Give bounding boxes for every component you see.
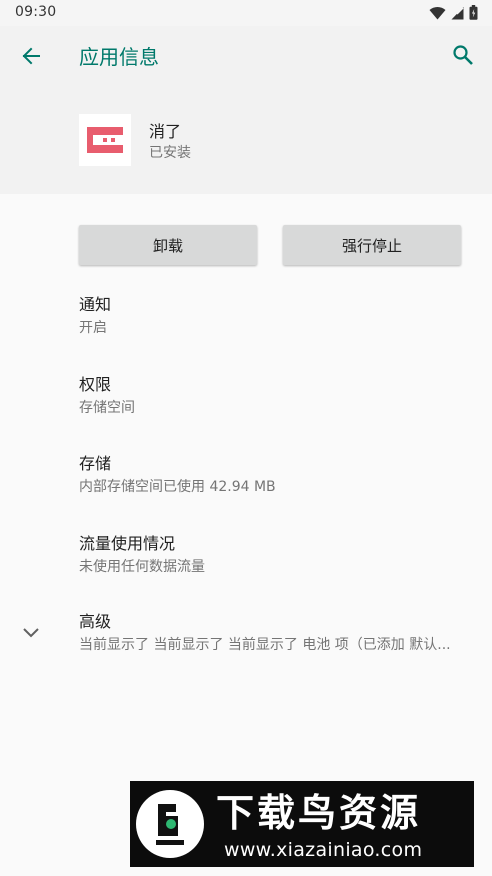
pref-title: 通知 bbox=[79, 295, 112, 314]
pref-title: 存储 bbox=[79, 454, 112, 473]
watermark: 下载鸟资源 www.xiazainiao.com bbox=[130, 781, 474, 867]
app-icon bbox=[79, 114, 131, 166]
pref-title: 高级 bbox=[79, 612, 112, 631]
status-time: 09:30 bbox=[15, 4, 57, 20]
force-stop-button[interactable]: 强行停止 bbox=[283, 225, 461, 265]
page-title: 应用信息 bbox=[79, 45, 159, 69]
watermark-url: www.xiazainiao.com bbox=[224, 839, 423, 861]
pref-title: 流量使用情况 bbox=[79, 534, 176, 553]
pref-title: 权限 bbox=[79, 375, 112, 394]
status-bar: 09:30 bbox=[0, 0, 492, 26]
chevron-down-icon[interactable] bbox=[20, 622, 42, 644]
search-icon bbox=[452, 44, 474, 70]
search-button[interactable] bbox=[448, 42, 478, 72]
app-name: 消了 bbox=[149, 122, 182, 141]
watermark-logo-icon bbox=[136, 790, 204, 858]
signal-icon bbox=[451, 5, 464, 24]
wifi-icon bbox=[429, 5, 446, 24]
app-bar: 应用信息 bbox=[0, 26, 492, 90]
pref-summary: 开启 bbox=[79, 320, 107, 336]
pref-permissions[interactable]: 权限 存储空间 bbox=[79, 374, 479, 418]
app-install-status: 已安装 bbox=[149, 145, 191, 161]
pref-storage[interactable]: 存储 内部存储空间已使用 42.94 MB bbox=[79, 453, 479, 497]
status-icons bbox=[429, 5, 478, 24]
back-button[interactable] bbox=[16, 43, 46, 73]
watermark-title: 下载鸟资源 bbox=[216, 791, 422, 835]
app-header: 消了 已安装 bbox=[0, 90, 492, 194]
pref-advanced[interactable]: 高级 当前显示了 当前显示了 当前显示了 电池 项（已添加 默认... bbox=[79, 611, 479, 655]
pref-data-usage[interactable]: 流量使用情况 未使用任何数据流量 bbox=[79, 533, 479, 577]
pref-summary: 未使用任何数据流量 bbox=[79, 559, 205, 575]
pref-notifications[interactable]: 通知 开启 bbox=[79, 294, 479, 338]
pref-summary: 当前显示了 当前显示了 当前显示了 电池 项（已添加 默认... bbox=[79, 637, 451, 653]
uninstall-button[interactable]: 卸载 bbox=[79, 225, 257, 265]
pref-summary: 存储空间 bbox=[79, 400, 135, 416]
pref-summary: 内部存储空间已使用 42.94 MB bbox=[79, 479, 276, 495]
arrow-left-icon bbox=[21, 46, 41, 70]
battery-icon bbox=[469, 5, 478, 24]
